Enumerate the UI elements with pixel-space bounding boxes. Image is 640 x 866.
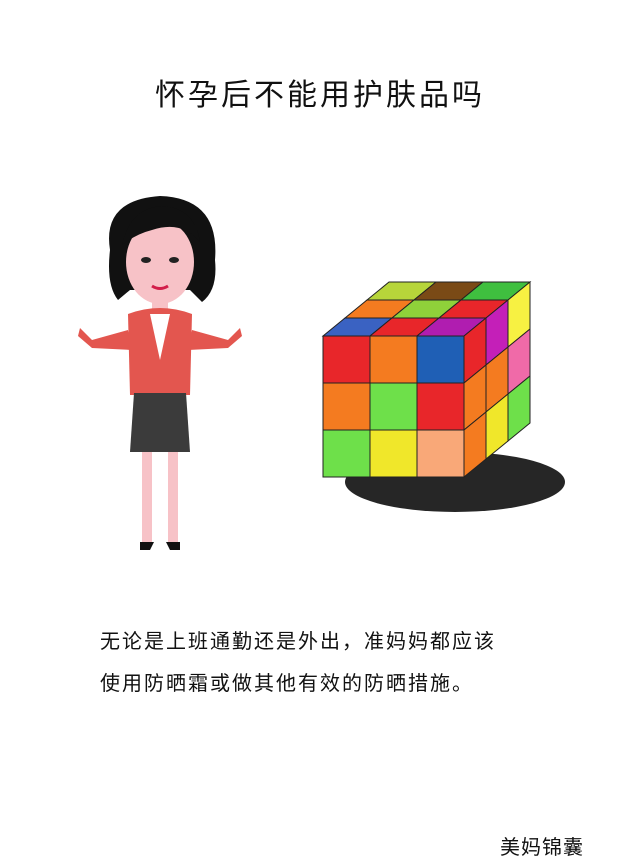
page-title: 怀孕后不能用护肤品吗 [155,78,485,113]
rubiks-cube-illustration [321,280,565,512]
body-text: 无论是上班通勤还是外出，准妈妈都应该 使用防晒霜或做其他有效的防晒措施。 [100,620,570,704]
woman-illustration [78,196,242,550]
cube-cell [322,335,371,384]
cube-cell [416,335,465,384]
cube-cell [416,429,465,478]
cube-cell [322,382,371,431]
cube-cell [416,382,465,431]
cube-cell [369,429,418,478]
cube-cell [322,429,371,478]
cube-cell [369,382,418,431]
cube-cell [369,335,418,384]
body-line: 使用防晒霜或做其他有效的防晒措施。 [100,671,474,695]
body-line: 无论是上班通勤还是外出，准妈妈都应该 [100,629,496,653]
signature: 美妈锦囊 [500,835,584,859]
